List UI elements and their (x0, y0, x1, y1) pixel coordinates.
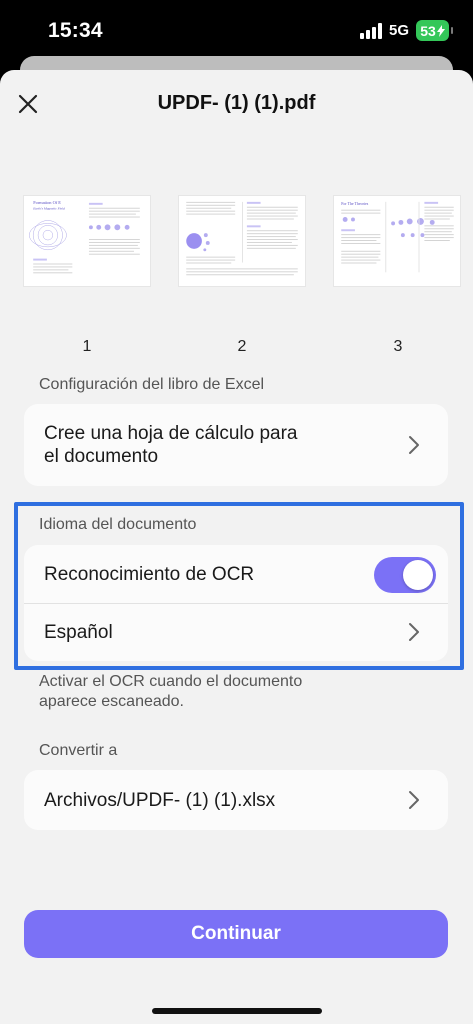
battery-charging-icon: 53 (416, 20, 453, 41)
language-card: Reconocimiento de OCR Español (24, 545, 448, 661)
page-thumbnail-1[interactable]: Formation Of E Earth's Magnetic Field (23, 195, 151, 287)
signal-icon (359, 22, 382, 39)
document-language-label: Idioma del documento (39, 516, 197, 533)
continue-button[interactable]: Continuar (24, 910, 448, 958)
create-sheet-label: Cree una hoja de cálculo para el documen… (44, 422, 298, 468)
status-bar: 15:34 5G 53 (0, 0, 473, 62)
page-thumbnails: Formation Of E Earth's Magnetic Field Fo… (0, 195, 473, 287)
battery-level: 53 (420, 22, 436, 39)
charging-bolt-icon (436, 24, 445, 37)
status-indicators: 5G 53 (359, 20, 453, 41)
page-thumbnail-3[interactable]: For The Theories (333, 195, 461, 287)
page-number-2: 2 (237, 338, 247, 355)
chevron-right-icon (409, 791, 419, 809)
thumb-subheading: Earth's Magnetic Field (32, 207, 65, 211)
create-sheet-option[interactable]: Cree una hoja de cálculo para el documen… (24, 404, 448, 486)
thumb-heading: Formation Of E (33, 200, 61, 205)
create-sheet-label-line1: Cree una hoja de cálculo para (44, 423, 298, 444)
ocr-row: Reconocimiento de OCR (24, 545, 448, 603)
status-time: 15:34 (48, 19, 103, 42)
page-number-3: 3 (393, 338, 403, 355)
convert-sheet: UPDF- (1) (1).pdf Formation Of E Earth's… (0, 70, 473, 1024)
toggle-knob (403, 560, 433, 590)
network-type: 5G (388, 22, 409, 39)
language-value: Español (44, 622, 113, 643)
page-number-1: 1 (82, 338, 92, 355)
ocr-toggle[interactable] (374, 557, 436, 593)
chevron-right-icon (409, 436, 419, 454)
excel-config-label: Configuración del libro de Excel (39, 376, 265, 393)
ocr-help-line1: Activar el OCR cuando el documento (39, 673, 303, 690)
ocr-label: Reconocimiento de OCR (44, 564, 255, 585)
ocr-help-text: Activar el OCR cuando el documento apare… (39, 672, 359, 712)
convert-to-label: Convertir a (39, 742, 118, 759)
output-path-option[interactable]: Archivos/UPDF- (1) (1).xlsx (24, 770, 448, 830)
create-sheet-label-line2: el documento (44, 446, 159, 467)
thumb-heading: For The Theories (341, 202, 368, 206)
ocr-help-line2: aparece escaneado. (39, 693, 184, 710)
language-select[interactable]: Español (24, 604, 448, 661)
document-title: UPDF- (1) (1).pdf (157, 92, 316, 114)
output-path: Archivos/UPDF- (1) (1).xlsx (44, 790, 276, 811)
chevron-right-icon (409, 623, 419, 641)
home-indicator (152, 1008, 322, 1014)
close-icon[interactable] (14, 90, 42, 118)
page-thumbnail-2[interactable] (178, 195, 306, 287)
